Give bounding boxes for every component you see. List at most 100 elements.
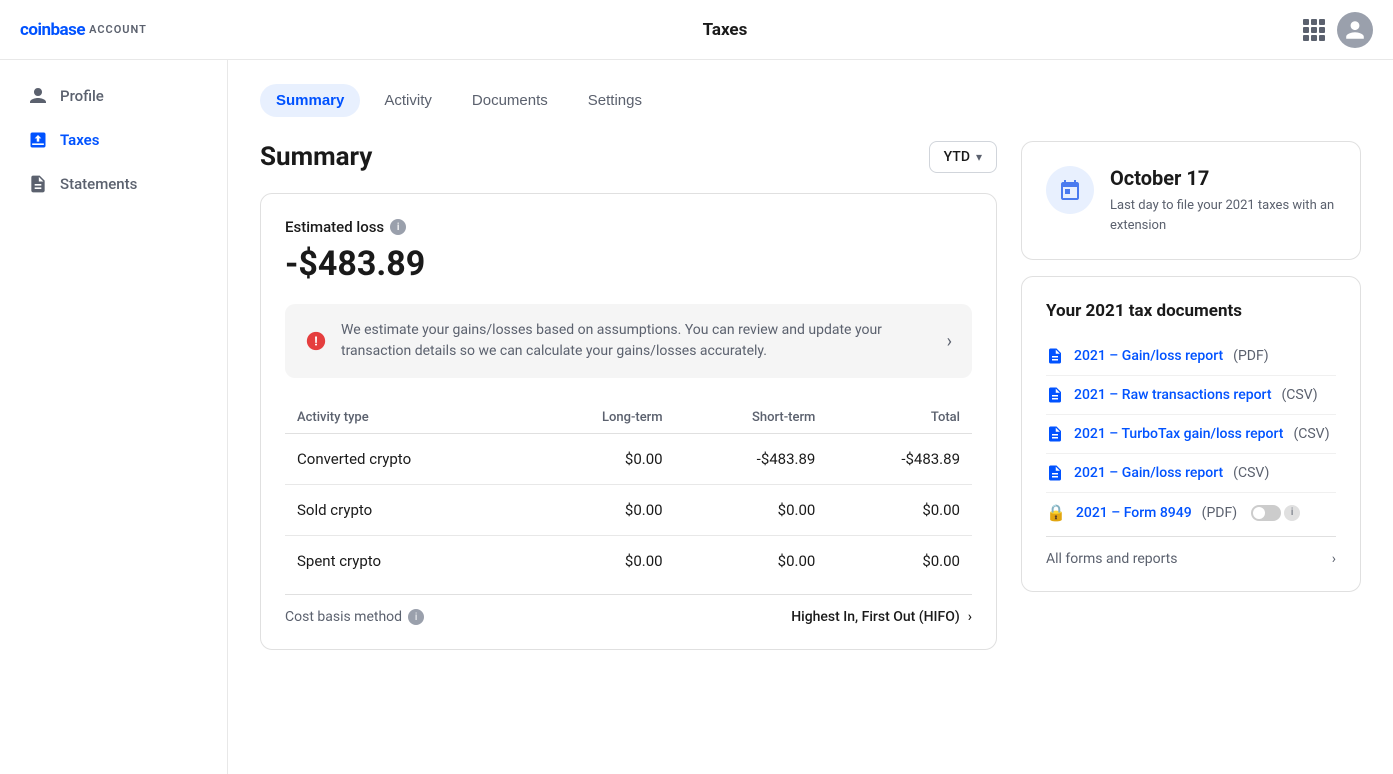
tax-docs-card: Your 2021 tax documents 2021 – Gain/loss… bbox=[1021, 276, 1361, 592]
deadline-info: October 17 Last day to file your 2021 ta… bbox=[1110, 166, 1336, 235]
doc-item[interactable]: 🔒 2021 – Form 8949 (PDF) i bbox=[1046, 493, 1336, 532]
cell-type: Converted crypto bbox=[285, 434, 527, 485]
calendar-icon bbox=[1046, 166, 1094, 214]
document-icon bbox=[1046, 386, 1064, 404]
cell-type: Sold crypto bbox=[285, 485, 527, 536]
table-row: Sold crypto $0.00 $0.00 $0.00 bbox=[285, 485, 972, 536]
brand-logo[interactable]: coinbase ACCOUNT bbox=[20, 20, 147, 40]
summary-header: Summary YTD ▾ bbox=[260, 141, 997, 173]
cost-basis-chevron-icon: › bbox=[968, 609, 972, 625]
taxes-icon bbox=[28, 130, 48, 150]
all-forms-label: All forms and reports bbox=[1046, 551, 1177, 567]
deadline-description: Last day to file your 2021 taxes with an… bbox=[1110, 196, 1336, 235]
cost-basis-right: Highest In, First Out (HIFO) › bbox=[791, 609, 972, 625]
sidebar-label-statements: Statements bbox=[60, 175, 137, 193]
left-column: Summary YTD ▾ Estimated loss i -$483.89 bbox=[260, 141, 997, 670]
main-content: Summary Activity Documents Settings Summ… bbox=[228, 60, 1393, 774]
person-icon bbox=[28, 86, 48, 106]
alert-chevron-icon[interactable]: › bbox=[947, 331, 952, 352]
doc-link[interactable]: 2021 – TurboTax gain/loss report bbox=[1074, 426, 1283, 442]
tab-bar: Summary Activity Documents Settings bbox=[260, 84, 1361, 117]
deadline-header: October 17 Last day to file your 2021 ta… bbox=[1046, 166, 1336, 235]
table-row: Converted crypto $0.00 -$483.89 -$483.89 bbox=[285, 434, 972, 485]
cell-total: $0.00 bbox=[827, 485, 972, 536]
cost-basis-info-icon[interactable]: i bbox=[408, 609, 424, 625]
alert-banner: ! We estimate your gains/losses based on… bbox=[285, 304, 972, 378]
doc-link[interactable]: 2021 – Raw transactions report bbox=[1074, 387, 1272, 403]
table-row: Spent crypto $0.00 $0.00 $0.00 bbox=[285, 536, 972, 587]
estimated-loss-value: -$483.89 bbox=[285, 244, 972, 284]
cell-total: $0.00 bbox=[827, 536, 972, 587]
cost-basis-left: Cost basis method i bbox=[285, 609, 424, 625]
sidebar: Profile Taxes Statements bbox=[0, 60, 228, 774]
tax-docs-title: Your 2021 tax documents bbox=[1046, 301, 1336, 321]
cell-short-term: $0.00 bbox=[675, 536, 828, 587]
sidebar-item-taxes[interactable]: Taxes bbox=[8, 120, 219, 160]
cell-total: -$483.89 bbox=[827, 434, 972, 485]
sidebar-item-statements[interactable]: Statements bbox=[8, 164, 219, 204]
col-activity-type: Activity type bbox=[285, 402, 527, 434]
doc-item[interactable]: 2021 – Gain/loss report (CSV) bbox=[1046, 454, 1336, 493]
toggle-badge[interactable]: i bbox=[1251, 505, 1300, 521]
estimated-loss-info-icon[interactable]: i bbox=[390, 219, 406, 235]
two-col-layout: Summary YTD ▾ Estimated loss i -$483.89 bbox=[260, 141, 1361, 670]
doc-type: (CSV) bbox=[1293, 426, 1329, 442]
ytd-label: YTD bbox=[944, 149, 970, 165]
tab-activity[interactable]: Activity bbox=[368, 84, 448, 117]
info-badge[interactable]: i bbox=[1284, 505, 1300, 521]
all-forms-row[interactable]: All forms and reports › bbox=[1046, 536, 1336, 567]
doc-type: (CSV) bbox=[1233, 465, 1269, 481]
cell-type: Spent crypto bbox=[285, 536, 527, 587]
lock-icon: 🔒 bbox=[1046, 503, 1066, 522]
topnav: coinbase ACCOUNT Taxes bbox=[0, 0, 1393, 60]
brand-account-label: ACCOUNT bbox=[89, 23, 147, 36]
tab-documents[interactable]: Documents bbox=[456, 84, 564, 117]
ytd-chevron-icon: ▾ bbox=[976, 150, 982, 164]
cell-short-term: $0.00 bbox=[675, 485, 828, 536]
estimated-loss-label: Estimated loss i bbox=[285, 218, 972, 236]
sidebar-label-taxes: Taxes bbox=[60, 131, 99, 149]
cell-short-term: -$483.89 bbox=[675, 434, 828, 485]
cost-basis-value: Highest In, First Out (HIFO) bbox=[791, 609, 960, 625]
doc-link[interactable]: 2021 – Gain/loss report bbox=[1074, 348, 1223, 364]
svg-text:!: ! bbox=[314, 335, 317, 350]
apps-grid-icon[interactable] bbox=[1303, 19, 1325, 41]
cell-long-term: $0.00 bbox=[527, 434, 675, 485]
alert-warning-icon: ! bbox=[305, 330, 327, 352]
docs-list: 2021 – Gain/loss report (PDF) 2021 – Raw… bbox=[1046, 337, 1336, 532]
all-forms-chevron-icon: › bbox=[1332, 551, 1336, 567]
right-column: October 17 Last day to file your 2021 ta… bbox=[1021, 141, 1361, 670]
document-icon bbox=[1046, 425, 1064, 443]
doc-type: (PDF) bbox=[1202, 505, 1237, 521]
sidebar-label-profile: Profile bbox=[60, 87, 104, 105]
user-avatar[interactable] bbox=[1337, 12, 1373, 48]
statements-icon bbox=[28, 174, 48, 194]
deadline-date: October 17 bbox=[1110, 166, 1336, 190]
brand: coinbase ACCOUNT bbox=[20, 20, 147, 40]
deadline-card: October 17 Last day to file your 2021 ta… bbox=[1021, 141, 1361, 260]
doc-type: (CSV) bbox=[1282, 387, 1318, 403]
col-long-term: Long-term bbox=[527, 402, 675, 434]
doc-link[interactable]: 2021 – Gain/loss report bbox=[1074, 465, 1223, 481]
doc-item[interactable]: 2021 – Gain/loss report (PDF) bbox=[1046, 337, 1336, 376]
summary-heading: Summary bbox=[260, 142, 372, 172]
tab-settings[interactable]: Settings bbox=[572, 84, 658, 117]
doc-link[interactable]: 2021 – Form 8949 bbox=[1076, 505, 1192, 521]
col-total: Total bbox=[827, 402, 972, 434]
cell-long-term: $0.00 bbox=[527, 485, 675, 536]
sidebar-item-profile[interactable]: Profile bbox=[8, 76, 219, 116]
doc-item[interactable]: 2021 – Raw transactions report (CSV) bbox=[1046, 376, 1336, 415]
doc-item[interactable]: 2021 – TurboTax gain/loss report (CSV) bbox=[1046, 415, 1336, 454]
doc-type: (PDF) bbox=[1233, 348, 1268, 364]
document-icon bbox=[1046, 464, 1064, 482]
document-icon bbox=[1046, 347, 1064, 365]
topnav-right bbox=[1303, 12, 1373, 48]
page-title: Taxes bbox=[703, 20, 748, 40]
cost-basis-row[interactable]: Cost basis method i Highest In, First Ou… bbox=[285, 594, 972, 625]
summary-card: Estimated loss i -$483.89 ! We estimate … bbox=[260, 193, 997, 650]
ytd-dropdown[interactable]: YTD ▾ bbox=[929, 141, 997, 173]
col-short-term: Short-term bbox=[675, 402, 828, 434]
brand-logo-text: coinbase bbox=[20, 20, 85, 40]
main-layout: Profile Taxes Statements Summary Activit… bbox=[0, 60, 1393, 774]
tab-summary[interactable]: Summary bbox=[260, 84, 360, 117]
